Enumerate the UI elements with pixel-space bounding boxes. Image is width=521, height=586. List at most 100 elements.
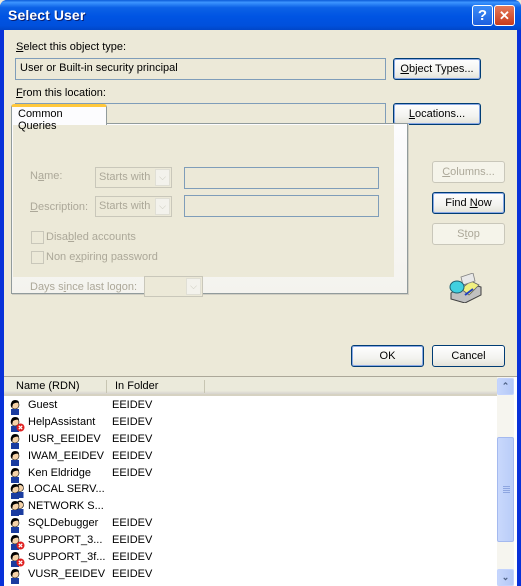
user-icon [9, 517, 25, 534]
find-now-button[interactable]: Find Now [432, 192, 505, 214]
locations-button[interactable]: Locations... [393, 103, 481, 125]
disabled-user-icon [9, 551, 25, 568]
ok-button[interactable]: OK [351, 345, 424, 367]
column-separator[interactable] [106, 380, 107, 393]
location-label: From this location: [16, 87, 106, 99]
search-flashlight-icon [449, 273, 482, 303]
row-folder: EEIDEV [112, 466, 153, 479]
list-header: Name (RDN) In Folder [4, 377, 497, 396]
row-name: HelpAssistant [28, 415, 96, 428]
days-since-logon-combo[interactable]: ⌵ [144, 276, 203, 297]
name-label: Name: [30, 170, 62, 182]
label-text: me: [44, 170, 63, 182]
list-item[interactable]: NETWORK S... [4, 499, 497, 517]
scroll-up-button[interactable]: ⌃ [497, 378, 514, 395]
tab-common-queries[interactable]: Common Queries [11, 104, 107, 132]
grip-icon [503, 486, 510, 487]
disabled-accounts-checkbox[interactable] [31, 231, 44, 244]
chevron-down-icon[interactable]: ⌵ [186, 278, 201, 295]
accel-key: F [16, 87, 23, 99]
result-rows: Guest EEIDEV HelpAssistant EEIDEV IUSR_EEIDE… [4, 398, 497, 584]
row-name: Ken Eldridge [28, 466, 91, 479]
list-item[interactable]: IUSR_EEIDEV EEIDEV [4, 432, 497, 449]
button-label: op [467, 228, 480, 240]
group-icon [9, 500, 25, 517]
name-input[interactable] [184, 167, 379, 189]
row-folder: EEIDEV [112, 449, 153, 462]
chevron-up-icon: ⌃ [501, 381, 510, 391]
chevron-down-icon: ⌄ [501, 572, 510, 582]
label-text: escription: [37, 201, 89, 213]
row-folder: EEIDEV [112, 432, 153, 445]
description-mode-combo[interactable]: Starts with ⌵ [95, 196, 172, 217]
button-label: Find [445, 197, 470, 209]
object-types-button[interactable]: Object Types... [393, 58, 481, 80]
disabled-user-icon [9, 534, 25, 551]
title-bar[interactable]: Select User ? ✕ [0, 0, 521, 30]
days-since-logon-label: Days since last logon: [30, 281, 137, 293]
button-label: ocations... [414, 108, 466, 120]
scroll-down-button[interactable]: ⌄ [497, 569, 514, 586]
list-item[interactable]: Guest EEIDEV [4, 398, 497, 415]
columns-button[interactable]: Columns... [432, 161, 505, 183]
row-name: IWAM_EEIDEV [28, 449, 104, 462]
list-item[interactable]: SUPPORT_3f... EEIDEV [4, 550, 497, 568]
label-text: elect this object type: [23, 41, 127, 53]
label-text: piring password [80, 251, 158, 263]
combo-value: Starts with [99, 171, 151, 183]
column-header-name[interactable]: Name (RDN) [16, 380, 80, 392]
search-results-list[interactable]: Name (RDN) In Folder Guest EEIDEV HelpAssi… [4, 376, 517, 586]
description-label: Description: [30, 201, 88, 213]
row-name: NETWORK S... [28, 500, 104, 513]
label-text: Disa [46, 231, 69, 243]
disabled-accounts-label: Disabled accounts [46, 231, 136, 243]
column-header-in-folder[interactable]: In Folder [115, 380, 158, 392]
button-label: S [457, 228, 465, 240]
button-label: bject Types... [408, 63, 474, 75]
row-name: VUSR_EEIDEV [28, 567, 106, 580]
non-expiring-password-checkbox[interactable] [31, 251, 44, 264]
description-input[interactable] [184, 195, 379, 217]
object-type-label: Select this object type: [16, 41, 126, 53]
button-label: ow [477, 197, 492, 209]
vertical-scrollbar[interactable]: ⌃ ⌄ [497, 377, 514, 586]
name-mode-combo[interactable]: Starts with ⌵ [95, 167, 172, 188]
list-item[interactable]: IWAM_EEIDEV EEIDEV [4, 449, 497, 466]
close-button[interactable]: ✕ [494, 5, 515, 26]
row-folder: EEIDEV [112, 415, 153, 428]
close-icon: ✕ [499, 8, 510, 23]
user-icon [9, 450, 25, 466]
chevron-down-icon[interactable]: ⌵ [155, 198, 170, 215]
label-text: Non e [46, 251, 76, 263]
chevron-down-icon[interactable]: ⌵ [155, 169, 170, 186]
list-item[interactable]: SQLDebugger EEIDEV [4, 516, 497, 534]
row-name: SUPPORT_3... [28, 534, 103, 547]
disabled-user-icon [9, 416, 25, 432]
user-icon [9, 433, 25, 449]
row-folder: EEIDEV [112, 551, 153, 564]
accel-key: N [469, 197, 478, 209]
combo-value: Starts with [99, 200, 151, 212]
list-item[interactable]: HelpAssistant EEIDEV [4, 415, 497, 432]
group-icon [9, 483, 25, 500]
cancel-button[interactable]: Cancel [432, 345, 505, 367]
row-name: Guest [28, 399, 58, 411]
row-name: LOCAL SERV... [28, 483, 105, 496]
help-icon: ? [477, 7, 488, 24]
list-item[interactable]: Ken Eldridge EEIDEV [4, 466, 497, 483]
list-item[interactable]: VUSR_EEIDEV EEIDEV [4, 567, 497, 584]
label-text: rom this location: [22, 87, 106, 99]
non-expiring-password-label: Non expiring password [46, 251, 158, 263]
list-item[interactable]: LOCAL SERV... [4, 482, 497, 500]
row-folder: EEIDEV [112, 534, 153, 547]
row-name: SUPPORT_3f... [28, 551, 106, 564]
row-name: SQLDebugger [28, 517, 99, 530]
button-label: olumns... [450, 166, 495, 178]
scroll-thumb[interactable] [497, 437, 514, 542]
list-item[interactable]: SUPPORT_3... EEIDEV [4, 533, 497, 551]
window-title: Select User [8, 7, 86, 23]
user-icon [9, 399, 25, 415]
help-button[interactable]: ? [472, 5, 493, 26]
stop-button[interactable]: Stop [432, 223, 505, 245]
column-separator[interactable] [204, 380, 205, 393]
